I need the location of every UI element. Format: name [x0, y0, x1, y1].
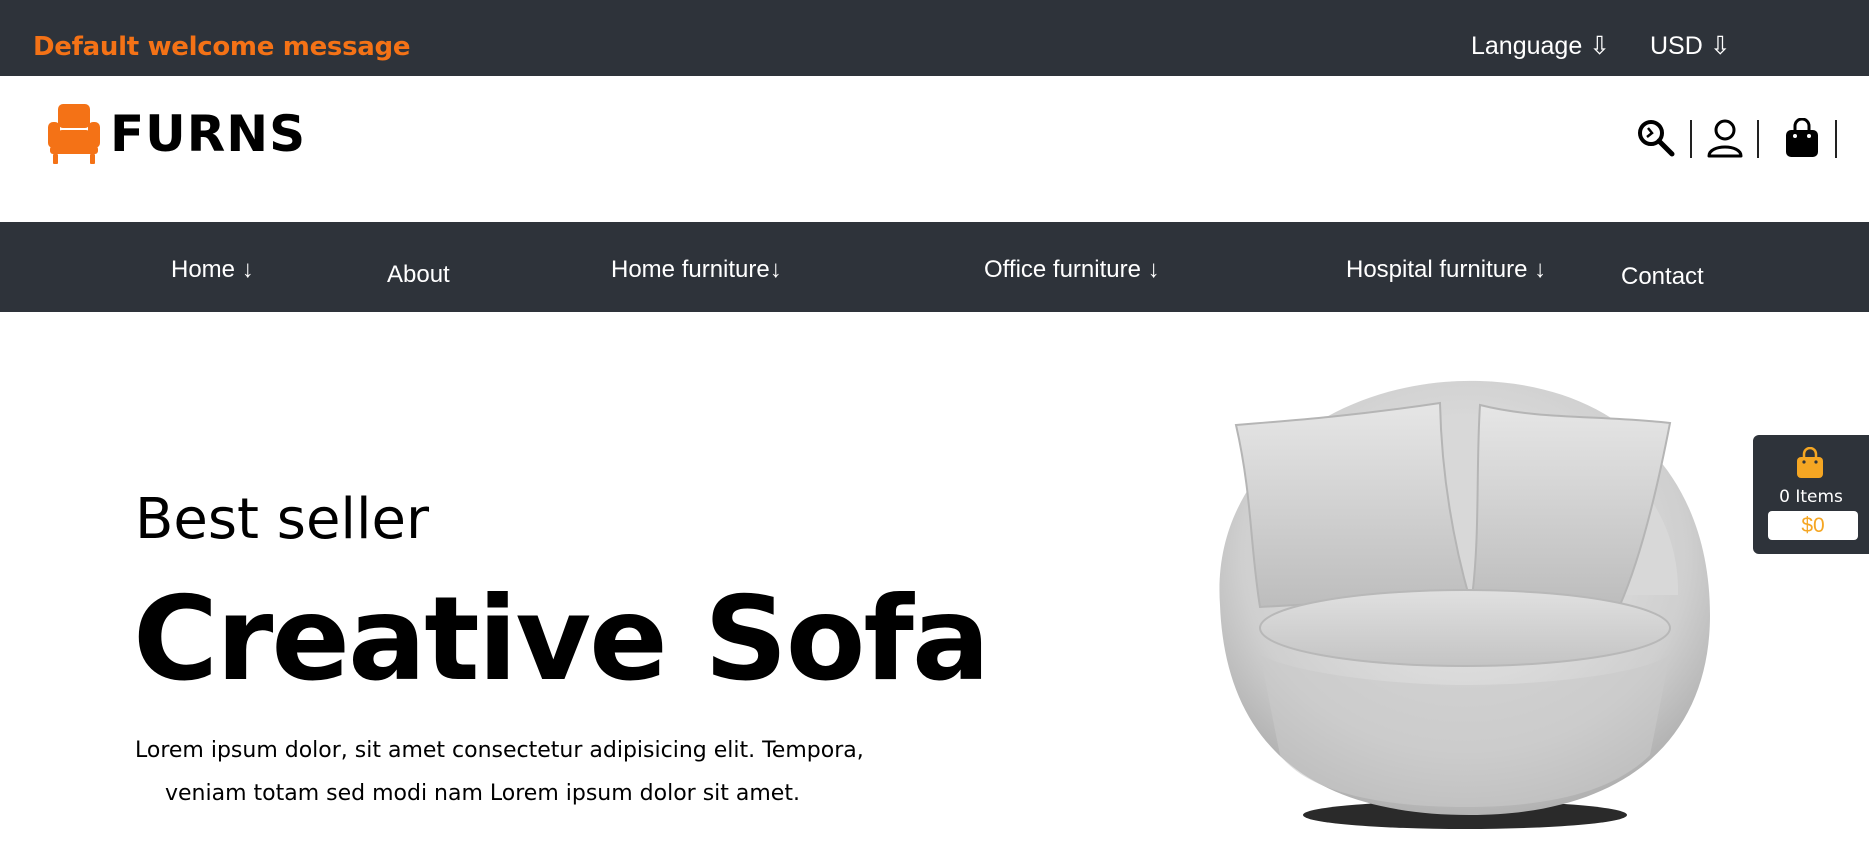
nav-office-furniture[interactable]: Office furniture ↓ [984, 256, 1160, 284]
main-nav: Home ↓ About Home furniture↓ Office furn… [0, 222, 1869, 312]
hero-title: Creative Sofa [133, 572, 990, 707]
nav-hospital-furniture[interactable]: Hospital furniture ↓ [1346, 256, 1546, 284]
top-bar: Default welcome message Language ⇩ USD ⇩ [0, 0, 1869, 76]
header-divider [1690, 120, 1692, 158]
nav-about[interactable]: About [387, 261, 450, 289]
hero-description-line-1: Lorem ipsum dolor, sit amet consectetur … [135, 738, 864, 763]
armchair-logo-icon [48, 104, 100, 164]
nav-home[interactable]: Home ↓ [171, 256, 254, 284]
armchair-product-image [1219, 380, 1710, 829]
hero-subtitle: Best seller [135, 487, 430, 552]
floating-mini-cart[interactable]: 0 Items $0 [1753, 435, 1869, 554]
shopping-bag-icon[interactable] [1780, 116, 1824, 160]
welcome-message: Default welcome message [33, 32, 411, 62]
header-divider [1757, 120, 1759, 158]
header-divider [1835, 120, 1837, 158]
logo-text: FURNS [110, 105, 307, 163]
search-icon[interactable] [1634, 116, 1678, 160]
site-logo[interactable]: FURNS [44, 102, 306, 166]
cart-item-count: 0 Items [1779, 487, 1843, 507]
currency-selector[interactable]: USD ⇩ [1650, 31, 1731, 61]
user-icon[interactable] [1703, 116, 1747, 160]
hero-description-line-2: veniam totam sed modi nam Lorem ipsum do… [165, 781, 800, 806]
language-selector[interactable]: Language ⇩ [1471, 31, 1610, 61]
nav-contact[interactable]: Contact [1621, 263, 1704, 291]
cart-total: $0 [1768, 511, 1858, 540]
shopping-bag-icon [1797, 447, 1823, 478]
nav-home-furniture[interactable]: Home furniture↓ [611, 256, 782, 284]
site-header: FURNS [0, 76, 1869, 222]
